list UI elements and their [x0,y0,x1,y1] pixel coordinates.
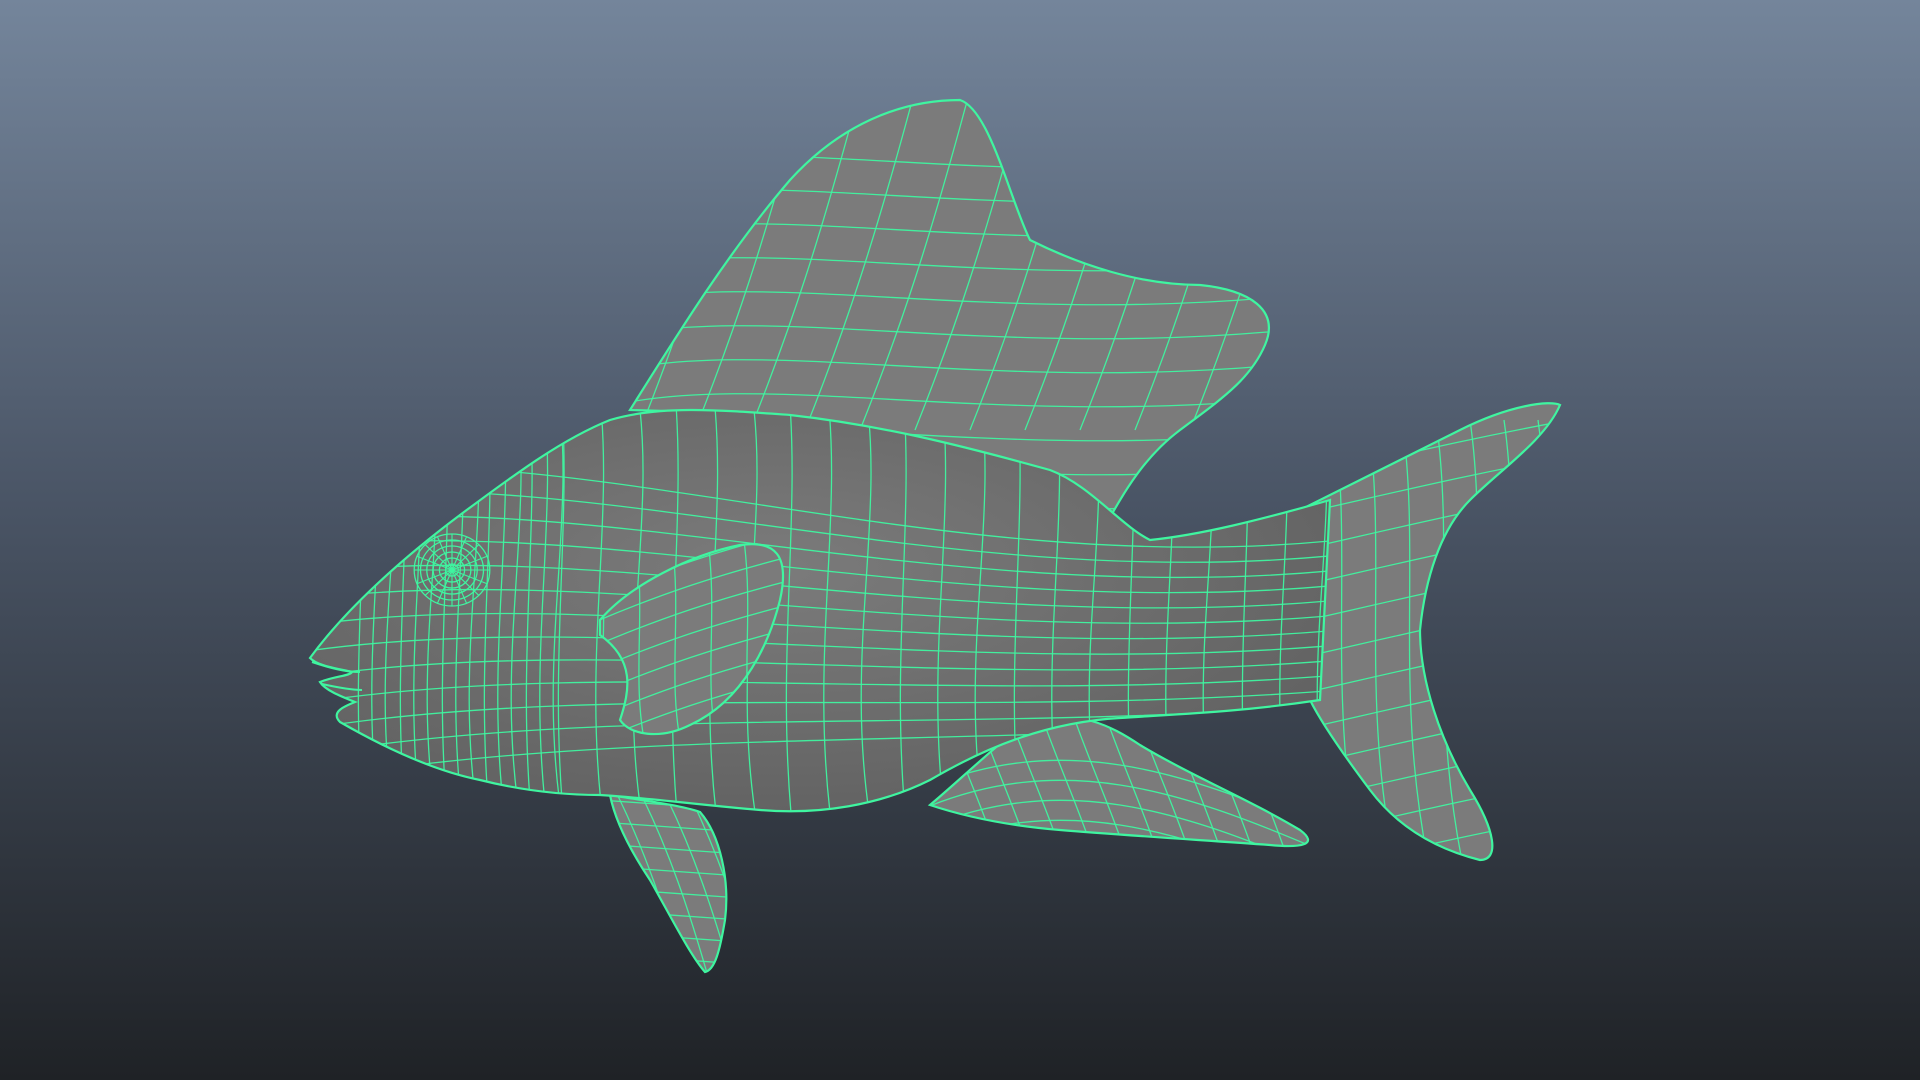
pelvic-fin[interactable] [600,790,781,980]
fish-eye[interactable] [413,533,491,607]
tail-fin[interactable] [1290,402,1570,880]
3d-viewport[interactable] [0,0,1920,1080]
fish-model[interactable] [0,0,1920,1080]
